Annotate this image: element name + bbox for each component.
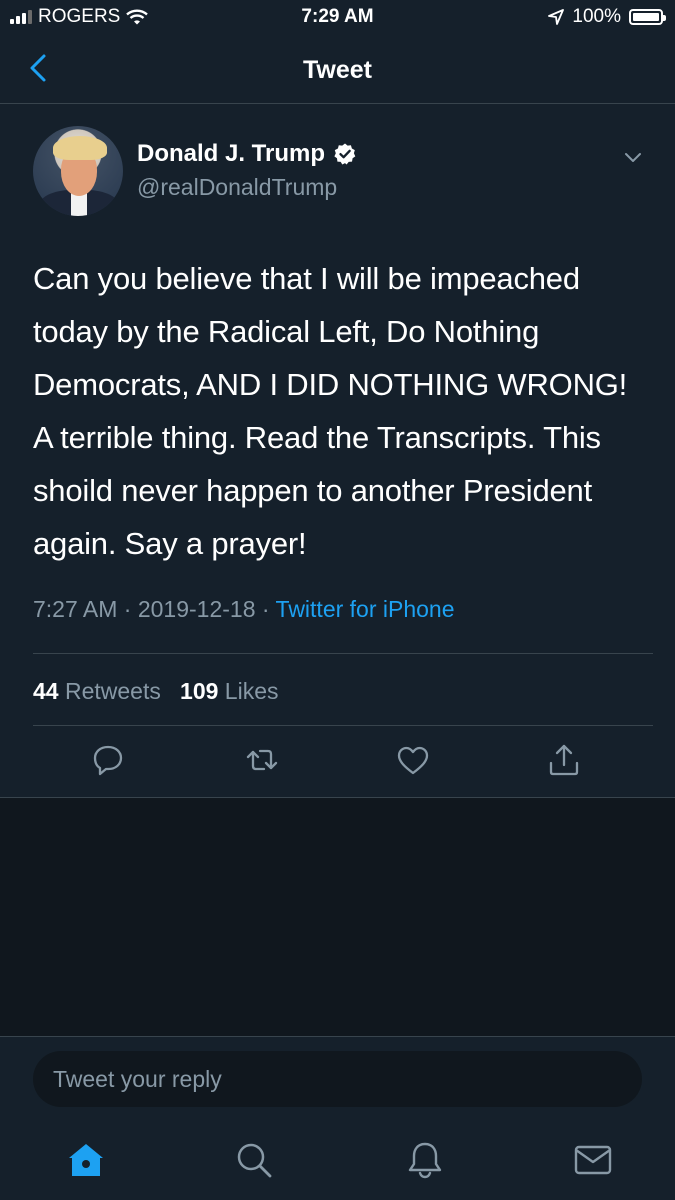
author-name-row[interactable]: Donald J. Trump <box>137 140 357 168</box>
likes-label: Likes <box>224 678 279 704</box>
reply-icon[interactable] <box>90 742 126 778</box>
author-handle[interactable]: @realDonaldTrump <box>137 174 337 201</box>
retweets-label: Retweets <box>64 678 161 704</box>
battery-percent: 100% <box>572 6 621 27</box>
verified-badge-icon <box>334 143 356 165</box>
tab-bar <box>0 1116 675 1200</box>
tweet-time: 7:27 AM <box>33 596 118 622</box>
meta-separator: · <box>123 596 132 622</box>
tweet-date: 2019-12-18 <box>137 596 256 622</box>
status-right: 100% <box>548 6 666 28</box>
page-title: Tweet <box>303 56 372 84</box>
notifications-icon[interactable] <box>405 1140 445 1180</box>
tweet-actions <box>0 742 675 782</box>
divider <box>33 725 653 726</box>
tweet-source-link[interactable]: Twitter for iPhone <box>276 596 455 622</box>
chevron-down-icon[interactable] <box>622 146 644 168</box>
meta-separator: · <box>261 596 270 622</box>
reply-input[interactable] <box>33 1051 642 1107</box>
engagement-counts: 44 Retweets 109 Likes <box>33 678 279 705</box>
tweet-meta: 7:27 AM · 2019-12-18 · Twitter for iPhon… <box>33 596 455 623</box>
reply-bar <box>0 1036 675 1116</box>
battery-fill <box>633 13 659 21</box>
avatar[interactable] <box>33 126 123 216</box>
messages-icon[interactable] <box>573 1140 613 1180</box>
retweets-count: 44 <box>33 678 59 704</box>
retweet-icon[interactable] <box>244 742 280 778</box>
search-icon[interactable] <box>234 1140 274 1180</box>
empty-area <box>0 798 675 1036</box>
like-icon[interactable] <box>395 742 431 778</box>
battery-icon <box>629 9 666 25</box>
likes-stat[interactable]: 109 Likes <box>180 678 278 704</box>
home-icon[interactable] <box>66 1140 106 1180</box>
tweet-detail: Donald J. Trump @realDonaldTrump Can you… <box>0 104 675 798</box>
status-bar: ROGERS 7:29 AM 100% <box>0 0 675 36</box>
location-arrow-icon <box>548 9 565 25</box>
tweet-text: Can you believe that I will be impeached… <box>33 261 628 561</box>
share-icon[interactable] <box>546 742 582 778</box>
author-name[interactable]: Donald J. Trump <box>137 140 325 168</box>
likes-count: 109 <box>180 678 219 704</box>
retweets-stat[interactable]: 44 Retweets <box>33 678 161 704</box>
nav-bar: Tweet <box>0 36 675 104</box>
divider <box>33 653 653 654</box>
